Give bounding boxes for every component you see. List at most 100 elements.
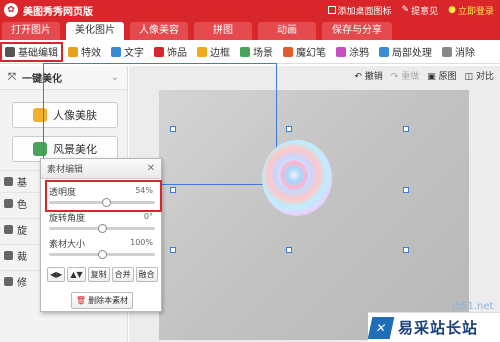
compare-label: 对比 bbox=[475, 71, 494, 82]
watermark-logo-icon: ✕ bbox=[367, 316, 395, 339]
accessory-icon bbox=[154, 46, 164, 57]
material-edit-dialog: 素材编辑 ✕ 透明度 54% 旋转角度 0° 素材大小 100% ◀▶ ▲▼ 复… bbox=[40, 158, 162, 312]
row-label: 旋 bbox=[17, 226, 27, 237]
main-tabs: 打开图片 美化图片 人像美容 拼图 动画 保存与分享 bbox=[0, 20, 500, 40]
dialog-title: 素材编辑 bbox=[47, 165, 84, 175]
original-button[interactable]: ▣ 原图 bbox=[427, 69, 456, 82]
tool-frame[interactable]: 边框 bbox=[192, 42, 235, 62]
tool-effects[interactable]: 特效 bbox=[63, 42, 106, 62]
meitu-logo-icon: ✿ bbox=[4, 3, 18, 17]
watermark-domain: jb51.net bbox=[452, 301, 494, 312]
tab-portrait[interactable]: 人像美容 bbox=[130, 22, 188, 40]
scene-icon bbox=[240, 46, 250, 57]
size-value: 100% bbox=[130, 238, 153, 247]
tool-label: 特效 bbox=[81, 48, 101, 59]
doodle-icon bbox=[336, 46, 346, 57]
eraser-icon bbox=[442, 46, 452, 57]
add-desktop-icon-link[interactable]: 添加桌面图标 bbox=[327, 4, 392, 17]
tab-save-share[interactable]: 保存与分享 bbox=[322, 22, 392, 40]
edit-actions: ↶ 撤销 ↷ 重做 ▣ 原图 ◫ 对比 bbox=[354, 66, 500, 84]
title-bar: ✿ 美图秀秀网页版 添加桌面图标 ✎ 提意见 ● 立即登录 bbox=[0, 0, 500, 20]
size-label: 素材大小 bbox=[49, 240, 86, 250]
tool-label: 边框 bbox=[210, 48, 230, 59]
tool-text[interactable]: 文字 bbox=[106, 42, 149, 62]
opacity-slider[interactable] bbox=[49, 198, 155, 207]
delete-material-button[interactable]: 🗑 删除本素材 bbox=[71, 292, 133, 309]
close-icon[interactable]: ✕ bbox=[145, 163, 157, 175]
rotation-slider-thumb[interactable] bbox=[98, 224, 107, 233]
tab-animation[interactable]: 动画 bbox=[258, 22, 316, 40]
watermark-name: 易采站长站 bbox=[398, 319, 479, 337]
delete-label: 删除本素材 bbox=[88, 296, 129, 305]
flip-vertical-button[interactable]: ▲▼ bbox=[67, 267, 86, 282]
watermark-badge: ✕ 易采站长站 bbox=[367, 312, 500, 342]
resize-handle-right[interactable] bbox=[403, 187, 409, 193]
resize-handle-top[interactable] bbox=[286, 126, 292, 132]
row-label: 修 bbox=[17, 278, 27, 289]
undo-label: 撤销 bbox=[364, 71, 383, 82]
frame-icon bbox=[197, 46, 207, 57]
desktop-icon bbox=[327, 6, 336, 14]
edit-icon bbox=[5, 46, 15, 57]
feedback-label: 提意见 bbox=[411, 6, 439, 17]
tool-label: 涂鸦 bbox=[349, 48, 369, 59]
user-icon: ● bbox=[448, 5, 456, 15]
original-label: 原图 bbox=[438, 71, 457, 82]
tool-magic-pen[interactable]: 魔幻笔 bbox=[278, 42, 331, 62]
tool-label: 魔幻笔 bbox=[296, 48, 326, 59]
resize-handle-left[interactable] bbox=[170, 187, 176, 193]
resize-handle-bottom-left[interactable] bbox=[170, 247, 176, 253]
wand-icon bbox=[68, 46, 78, 57]
rotation-value: 0° bbox=[143, 212, 153, 221]
feedback-link[interactable]: ✎ 提意见 bbox=[402, 4, 439, 17]
tab-beautify-image[interactable]: 美化图片 bbox=[66, 22, 124, 40]
text-icon bbox=[111, 46, 121, 57]
merge-button[interactable]: 合并 bbox=[111, 267, 134, 282]
crop-icon bbox=[4, 251, 13, 260]
rotation-label: 旋转角度 bbox=[49, 214, 86, 224]
opacity-slider-thumb[interactable] bbox=[102, 198, 112, 207]
resize-icon bbox=[4, 277, 13, 286]
trash-icon: 🗑 bbox=[75, 296, 87, 305]
size-slider-thumb[interactable] bbox=[98, 250, 107, 259]
rotate-icon bbox=[4, 225, 13, 234]
tool-basic-edit[interactable]: 基础编辑 bbox=[0, 41, 63, 62]
palette-icon bbox=[4, 199, 13, 208]
material-actions: ◀▶ ▲▼ 复制 合并 融合 bbox=[47, 267, 158, 282]
resize-handle-bottom-right[interactable] bbox=[403, 247, 409, 253]
row-label: 基 bbox=[17, 178, 27, 189]
compare-button[interactable]: ◫ 对比 bbox=[465, 69, 494, 82]
resize-handle-top-right[interactable] bbox=[403, 126, 409, 132]
tool-doodle[interactable]: 涂鸦 bbox=[331, 42, 374, 62]
tool-label: 场景 bbox=[253, 48, 273, 59]
magic-wand-icon: ⤧ bbox=[8, 72, 16, 83]
tab-collage[interactable]: 拼图 bbox=[194, 22, 252, 40]
rotation-slider[interactable] bbox=[49, 224, 155, 233]
tool-label: 饰品 bbox=[167, 48, 187, 59]
copy-button[interactable]: 复制 bbox=[87, 267, 110, 282]
add-desktop-label: 添加桌面图标 bbox=[337, 6, 392, 17]
rose-material-image[interactable] bbox=[262, 140, 332, 216]
tool-local-process[interactable]: 局部处理 bbox=[374, 42, 437, 62]
dialog-title-bar[interactable]: 素材编辑 ✕ bbox=[41, 159, 161, 179]
title-actions: 添加桌面图标 ✎ 提意见 ● 立即登录 bbox=[327, 4, 500, 17]
size-slider[interactable] bbox=[49, 250, 155, 259]
undo-button[interactable]: ↶ 撤销 bbox=[354, 69, 382, 82]
tool-label: 局部处理 bbox=[392, 48, 432, 59]
tab-open-image[interactable]: 打开图片 bbox=[2, 22, 60, 40]
adjust-icon bbox=[4, 177, 13, 186]
redo-label: 重做 bbox=[401, 71, 420, 82]
tool-eraser[interactable]: 消除 bbox=[437, 42, 480, 62]
magic-pen-icon bbox=[283, 46, 293, 57]
resize-handle-top-left[interactable] bbox=[170, 126, 176, 132]
row-label: 裁 bbox=[17, 252, 27, 263]
tool-label: 基础编辑 bbox=[18, 48, 58, 59]
resize-handle-bottom[interactable] bbox=[286, 247, 292, 253]
redo-button[interactable]: ↷ 重做 bbox=[391, 69, 419, 82]
tool-accessory[interactable]: 饰品 bbox=[149, 42, 192, 62]
tool-scene[interactable]: 场景 bbox=[235, 42, 278, 62]
blend-button[interactable]: 融合 bbox=[135, 267, 158, 282]
app-title: 美图秀秀网页版 bbox=[23, 6, 93, 18]
login-link[interactable]: ● 立即登录 bbox=[448, 4, 494, 17]
flip-horizontal-button[interactable]: ◀▶ bbox=[47, 267, 66, 282]
